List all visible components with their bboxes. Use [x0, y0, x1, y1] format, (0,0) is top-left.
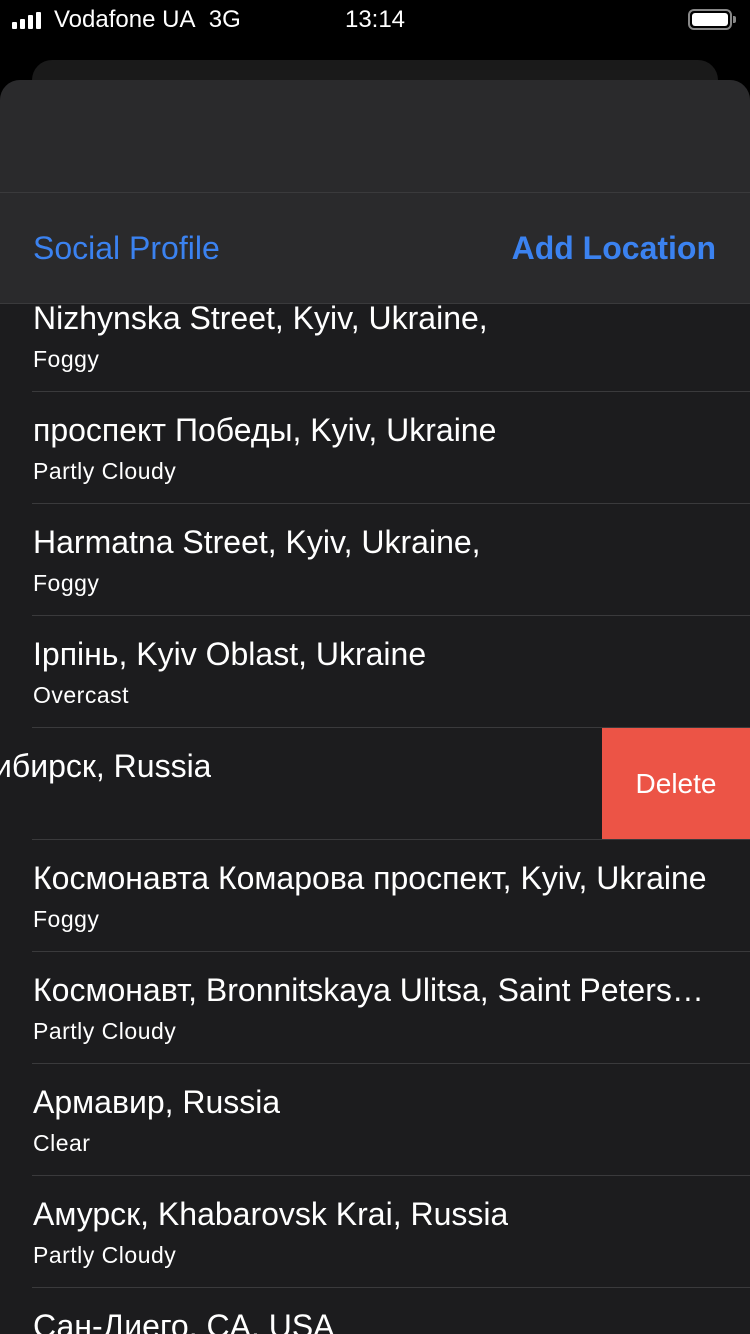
location-title: Nizhynska Street, Kyiv, Ukraine,: [33, 300, 488, 336]
clock: 13:14: [344, 6, 406, 33]
list-item[interactable]: Сан-Диего, CA, USA: [0, 1288, 750, 1334]
location-title: Амурск, Khabarovsk Krai, Russia: [33, 1196, 509, 1232]
location-title: Ірпінь, Kyiv Oblast, Ukraine: [33, 636, 427, 672]
list-item[interactable]: Армавир, Russia Clear: [0, 1064, 750, 1176]
weather-label: Foggy: [33, 570, 100, 596]
social-profile-button[interactable]: Social Profile: [33, 230, 220, 267]
location-title: Космонавта Комарова проспект, Kyiv, Ukra…: [33, 860, 707, 896]
list-item-swiped[interactable]: ибирск, Russia Delete: [0, 728, 750, 840]
status-bar: Vodafone UA 3G 13:14: [0, 0, 750, 40]
list-item[interactable]: Космонавта Комарова проспект, Kyiv, Ukra…: [0, 840, 750, 952]
battery-icon: [688, 9, 736, 30]
weather-label: Foggy: [33, 906, 100, 932]
weather-label: Partly Cloudy: [33, 458, 177, 484]
weather-label: Partly Cloudy: [33, 1018, 177, 1044]
list-item[interactable]: Ірпінь, Kyiv Oblast, Ukraine Overcast: [0, 616, 750, 728]
location-title: Космонавт, Bronnitskaya Ulitsa, Saint Pe…: [33, 972, 715, 1008]
nav-header: Social Profile Add Location: [0, 80, 750, 304]
add-location-button[interactable]: Add Location: [512, 230, 716, 267]
location-title: проспект Победы, Kyiv, Ukraine: [33, 412, 497, 448]
weather-label: Partly Cloudy: [33, 1242, 177, 1268]
weather-label: Foggy: [33, 346, 100, 372]
list-item[interactable]: Космонавт, Bronnitskaya Ulitsa, Saint Pe…: [0, 952, 750, 1064]
locations-sheet: Social Profile Add Location Nizhynska St…: [0, 80, 750, 1334]
location-title: ибирск, Russia: [0, 748, 212, 784]
weather-label: Overcast: [33, 682, 130, 708]
location-title: Сан-Диего, CA, USA: [33, 1308, 335, 1334]
delete-button[interactable]: Delete: [602, 728, 750, 839]
divider: [0, 192, 750, 193]
list-item[interactable]: Harmatna Street, Kyiv, Ukraine, Foggy: [0, 504, 750, 616]
location-title: Harmatna Street, Kyiv, Ukraine,: [33, 524, 481, 560]
list-item[interactable]: проспект Победы, Kyiv, Ukraine Partly Clo…: [0, 392, 750, 504]
location-title: Армавир, Russia: [33, 1084, 281, 1120]
weather-label: Clear: [33, 1130, 91, 1156]
list-item[interactable]: Амурск, Khabarovsk Krai, Russia Partly Cl…: [0, 1176, 750, 1288]
locations-list[interactable]: Nizhynska Street, Kyiv, Ukraine, Foggy пр…: [0, 280, 750, 1334]
